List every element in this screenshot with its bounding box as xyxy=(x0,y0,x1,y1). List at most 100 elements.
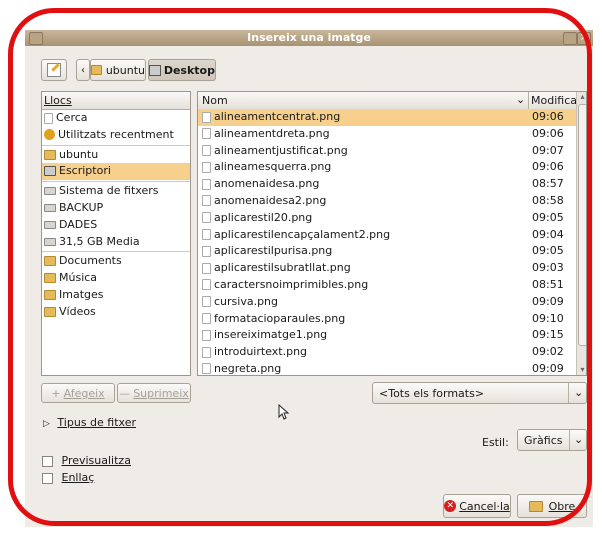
image-file-icon xyxy=(202,161,211,173)
sidebar-item[interactable]: Cerca xyxy=(42,110,190,127)
file-row[interactable]: insereiximatge1.png 09:15 xyxy=(198,327,576,344)
open-button[interactable]: Obre xyxy=(517,494,587,518)
scroll-down-icon[interactable]: ▾ xyxy=(577,365,586,374)
add-button-label: Afegeix xyxy=(63,386,105,400)
path-segment-ubuntu[interactable]: ubuntu xyxy=(90,59,146,81)
drive-icon xyxy=(44,237,56,246)
maximize-icon[interactable] xyxy=(563,32,577,45)
file-row[interactable]: alineamesquerra.png 09:06 xyxy=(198,159,576,176)
places-separator xyxy=(42,181,190,183)
style-select[interactable]: Gràfics ⌄ xyxy=(517,429,587,451)
column-divider xyxy=(528,92,529,109)
places-header[interactable]: Llocs xyxy=(42,92,190,110)
image-file-icon xyxy=(202,212,211,224)
insert-image-dialog: Insereix una imatge × ‹ ubuntu Desktop L… xyxy=(25,30,593,527)
minus-icon: — xyxy=(119,386,131,400)
file-modified-time: 08:57 xyxy=(532,177,564,191)
file-row[interactable]: anomenaidesa2.png 08:58 xyxy=(198,193,576,210)
sidebar-item[interactable]: Sistema de fitxers xyxy=(42,183,190,200)
file-format-filter[interactable]: <Tots els formats> ⌄ xyxy=(372,382,587,404)
file-row[interactable]: aplicarestilsubratllat.png 09:03 xyxy=(198,260,576,277)
open-folder-icon xyxy=(528,500,543,512)
sidebar-item-label: ubuntu xyxy=(59,147,99,161)
image-file-icon xyxy=(202,229,211,241)
cancel-button[interactable]: ✕ Cancel·la xyxy=(443,494,511,518)
scrollbar-thumb[interactable] xyxy=(578,104,586,346)
folder-icon xyxy=(44,289,56,300)
file-row[interactable]: cursiva.png 09:09 xyxy=(198,294,576,311)
sidebar-item[interactable]: Vídeos xyxy=(42,304,190,321)
image-file-icon xyxy=(202,145,211,157)
sort-chevron-icon[interactable]: ⌄ xyxy=(516,93,525,106)
vertical-scrollbar[interactable]: ▴ ▾ xyxy=(576,92,586,375)
file-name: alineamentjustificat.png xyxy=(214,143,348,157)
file-modified-time: 08:58 xyxy=(532,193,564,207)
image-file-icon xyxy=(202,279,211,291)
file-modified-time: 09:15 xyxy=(532,328,564,342)
combo-divider xyxy=(568,383,569,403)
link-option[interactable]: Enllaç xyxy=(42,471,94,484)
sidebar-item-label: Escriptori xyxy=(59,164,111,178)
places-list: Cerca Utilitzats recentment ubuntu Escripto… xyxy=(42,110,190,321)
folder-icon xyxy=(44,256,56,267)
file-row[interactable]: formatacioparaules.png 09:10 xyxy=(198,311,576,328)
file-type-expander[interactable]: ▷ Tipus de fitxer xyxy=(43,416,136,429)
sidebar-item[interactable]: Imatges xyxy=(42,287,190,304)
file-row[interactable]: alineamentjustificat.png 09:07 xyxy=(198,143,576,160)
file-row[interactable]: alineamentdreta.png 09:06 xyxy=(198,126,576,143)
path-back-arrow[interactable]: ‹ xyxy=(76,59,90,81)
file-name: anomenaidesa.png xyxy=(214,177,320,191)
sidebar-item-label: Vídeos xyxy=(59,304,96,318)
path-segment-desktop[interactable]: Desktop xyxy=(148,59,216,81)
link-checkbox[interactable] xyxy=(42,472,53,484)
file-name: cursiva.png xyxy=(214,294,279,308)
sidebar-item[interactable]: Utilitzats recentment xyxy=(42,127,190,144)
path-segment-label: Desktop xyxy=(163,63,215,77)
file-list: Nom ⌄ Modificat alineamentcentrat.png 09:… xyxy=(197,91,587,376)
file-name: alineamesquerra.png xyxy=(214,160,332,174)
column-name-header[interactable]: Nom xyxy=(202,94,228,107)
path-segment-label: ubuntu xyxy=(105,63,145,77)
sidebar-item-label: Imatges xyxy=(59,287,104,301)
image-file-icon xyxy=(202,111,211,123)
sidebar-item[interactable]: Documents xyxy=(42,253,190,270)
sidebar-item-label: Utilitzats recentment xyxy=(58,127,174,141)
file-row[interactable]: caractersnoimprimibles.png 08:51 xyxy=(198,277,576,294)
file-row[interactable]: aplicarestilencapçalament2.png 09:04 xyxy=(198,227,576,244)
image-file-icon xyxy=(202,262,211,274)
image-file-icon xyxy=(202,329,211,341)
image-file-icon xyxy=(202,296,211,308)
scroll-up-icon[interactable]: ▴ xyxy=(577,92,586,102)
remove-button-label: Suprimeix xyxy=(133,386,189,400)
column-modified-header[interactable]: Modificat xyxy=(531,94,581,107)
sidebar-item[interactable]: ubuntu xyxy=(42,147,190,164)
add-bookmark-button[interactable]: + Afegeix xyxy=(41,383,115,403)
file-modified-time: 09:06 xyxy=(532,110,564,123)
sidebar-item[interactable]: Escriptori xyxy=(42,163,190,181)
drive-icon xyxy=(44,220,56,229)
preview-option[interactable]: Previsualitza xyxy=(42,454,131,467)
file-row[interactable]: aplicarestilpurisa.png 09:05 xyxy=(198,243,576,260)
type-location-button[interactable] xyxy=(41,59,67,81)
file-name: formatacioparaules.png xyxy=(214,311,346,325)
sidebar-item[interactable]: BACKUP xyxy=(42,200,190,217)
remove-bookmark-button[interactable]: — Suprimeix xyxy=(117,383,191,403)
sidebar-item[interactable]: DADES xyxy=(42,217,190,234)
file-row[interactable]: introduirtext.png 09:02 xyxy=(198,344,576,361)
file-modified-time: 08:51 xyxy=(532,277,564,291)
file-name: insereiximatge1.png xyxy=(214,328,328,342)
folder-icon xyxy=(44,273,56,284)
file-row[interactable]: alineamentcentrat.png 09:06 xyxy=(198,109,576,126)
preview-checkbox[interactable] xyxy=(42,455,53,467)
sidebar-item[interactable]: Música xyxy=(42,270,190,287)
sidebar-item-label: 31,5 GB Media xyxy=(59,234,140,248)
file-name: anomenaidesa2.png xyxy=(214,193,327,207)
file-row[interactable]: anomenaidesa.png 08:57 xyxy=(198,176,576,193)
close-icon[interactable]: × xyxy=(577,32,591,45)
file-row[interactable]: negreta.png 09:09 xyxy=(198,361,576,375)
drive-icon xyxy=(44,187,56,196)
image-file-icon xyxy=(202,245,211,257)
file-row[interactable]: aplicarestil20.png 09:05 xyxy=(198,210,576,227)
folder-icon xyxy=(44,306,56,317)
sidebar-item[interactable]: 31,5 GB Media xyxy=(42,234,190,251)
